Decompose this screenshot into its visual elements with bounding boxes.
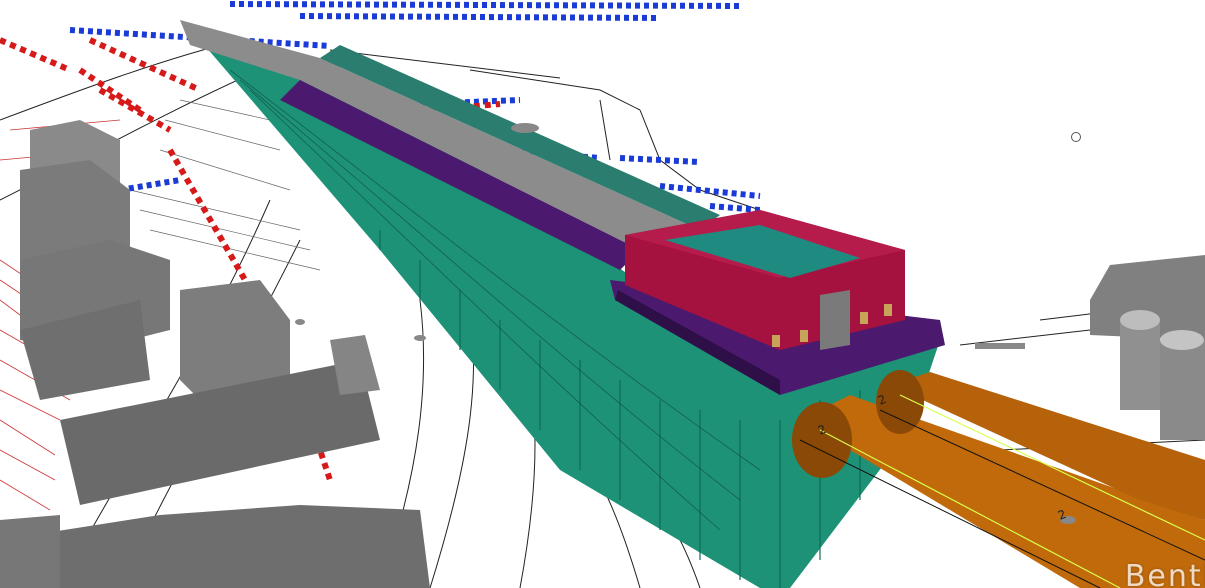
orbit-target-icon[interactable] xyxy=(1071,132,1081,142)
3d-model-viewport[interactable]: 2 2 2 Bentl xyxy=(0,0,1205,588)
watermark-text: Bentl xyxy=(1124,559,1205,588)
right-buildings xyxy=(1090,255,1205,440)
station-model-scene[interactable]: 2 2 2 xyxy=(0,0,1205,588)
